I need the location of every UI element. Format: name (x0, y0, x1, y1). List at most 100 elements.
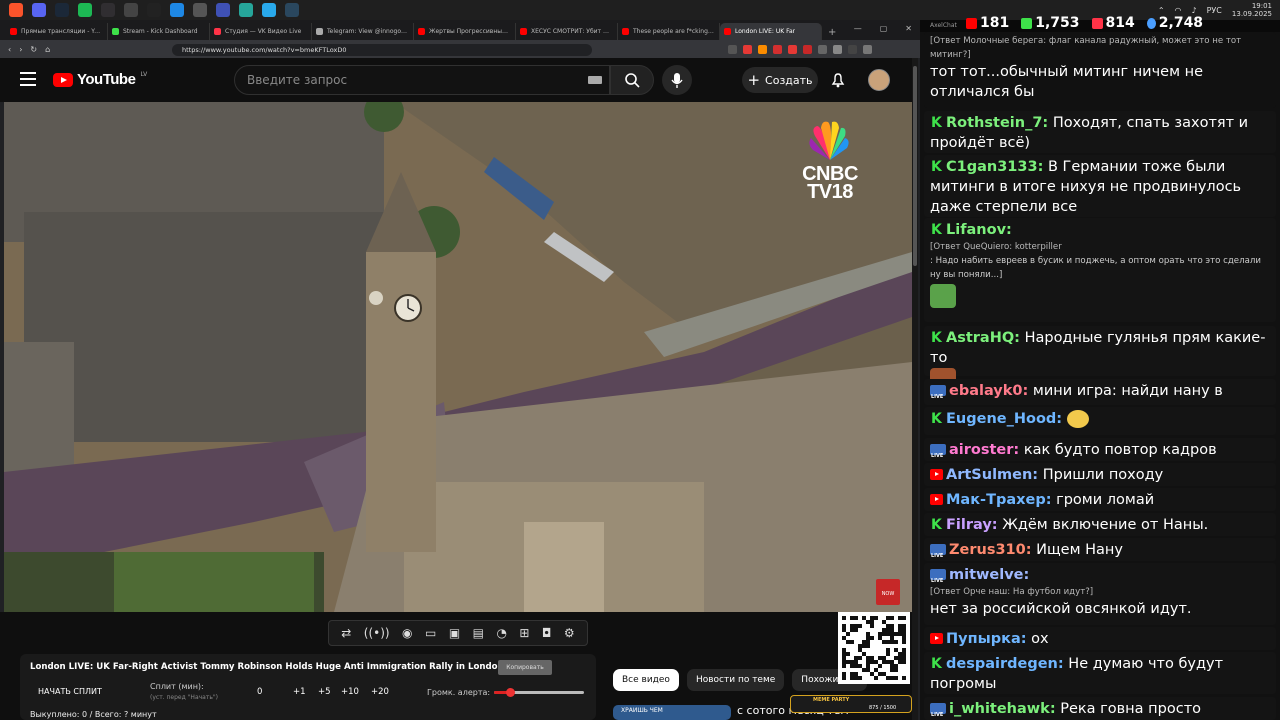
chat-username[interactable]: mitwelve: (949, 567, 1029, 583)
notifications-bell-icon[interactable] (830, 72, 846, 92)
live-icon[interactable]: ((•)) (364, 626, 390, 640)
speed-icon[interactable]: ◔ (496, 626, 506, 640)
browser-tab[interactable]: Stream - Kick Dashboard (108, 23, 210, 40)
home-icon[interactable]: ⌂ (45, 45, 50, 54)
chat-username[interactable]: i_whitehawk: (949, 701, 1056, 717)
steam-blue-icon[interactable] (285, 3, 299, 17)
extension-icon[interactable] (788, 45, 797, 54)
start-split-button[interactable]: НАЧАТЬ СПЛИТ (38, 687, 102, 696)
split-add-10-button[interactable]: +10 (341, 687, 359, 697)
steam-icon[interactable] (55, 3, 69, 17)
chat-message: Lifanov: [Ответ QueQuiero: kotterpiller:… (924, 218, 1276, 322)
extension-icon[interactable] (818, 45, 827, 54)
chat-message: Rothstein_7: Походят, спать захотят и пр… (924, 111, 1276, 153)
wifi-icon[interactable]: ◠ (1175, 6, 1182, 15)
browser-tab[interactable]: London LIVE: UK Far (720, 23, 822, 40)
extension-icon[interactable] (848, 45, 857, 54)
obs-icon[interactable] (101, 3, 115, 17)
keyboard-icon[interactable] (588, 76, 602, 84)
chat-message-text: Ждём включение от Наны. (1002, 517, 1209, 533)
search-input[interactable]: Введите запрос (234, 65, 610, 95)
picture-icon[interactable]: ▣ (449, 626, 460, 640)
new-tab-button[interactable]: + (822, 27, 842, 40)
settings-gear-icon[interactable]: ⚙ (564, 626, 575, 640)
chat-username[interactable]: Eugene_Hood: (946, 411, 1062, 427)
extension-icon[interactable] (833, 45, 842, 54)
brave-browser-icon[interactable] (9, 3, 23, 17)
vk-icon (1091, 17, 1103, 29)
chat-username[interactable]: Filray: (946, 517, 998, 533)
extension-icon[interactable] (743, 45, 752, 54)
extension-icon[interactable] (773, 45, 782, 54)
copy-button[interactable]: Копировать (498, 660, 552, 675)
browser-tab[interactable]: These people are f*cking ev (618, 23, 720, 40)
chat-username[interactable]: despairdegen: (946, 656, 1064, 672)
chat-username[interactable]: Мак-Трахер: (946, 492, 1052, 508)
voice-search-button[interactable] (662, 65, 692, 95)
chat-username[interactable]: Rothstein_7: (946, 115, 1048, 131)
telegram-icon[interactable] (262, 3, 276, 17)
extension-icon[interactable] (728, 45, 737, 54)
language-indicator[interactable]: РУС (1207, 6, 1222, 15)
browser-tab[interactable]: Telegram: View @innogonazi (312, 23, 414, 40)
loop-icon[interactable]: ⇄ (341, 626, 351, 640)
chat-username[interactable]: ebalayk0: (949, 383, 1028, 399)
chat-message-text: Пришли походу (1042, 467, 1164, 483)
app-purple-icon[interactable] (216, 3, 230, 17)
alert-volume-slider[interactable] (494, 688, 584, 697)
app-teal-icon[interactable] (239, 3, 253, 17)
close-icon[interactable]: ✕ (905, 24, 912, 33)
app-icon[interactable] (124, 3, 138, 17)
volume-icon[interactable]: ♪ (1192, 6, 1197, 15)
browser-tab[interactable]: Студия — VK Видео Live (210, 23, 312, 40)
chat-username[interactable]: Lifanov: (946, 222, 1012, 238)
address-bar[interactable]: https://www.youtube.com/watch?v=bmeKFTLo… (172, 44, 592, 56)
back-icon[interactable]: ‹ (8, 45, 11, 54)
chat-username[interactable]: Zerus310: (949, 542, 1032, 558)
chat-username[interactable]: C1gan3133: (946, 159, 1043, 175)
minimize-icon[interactable]: — (854, 24, 862, 33)
chat-username[interactable]: Пупырка: (946, 631, 1027, 647)
extension-icon[interactable] (758, 45, 767, 54)
tab-favicon-icon (724, 28, 731, 35)
tray-chevron-icon[interactable]: ⌃ (1158, 6, 1165, 15)
spotify-icon[interactable] (78, 3, 92, 17)
app-blue-icon[interactable] (170, 3, 184, 17)
filter-chip[interactable]: Новости по теме (686, 669, 785, 691)
create-button[interactable]: + Создать (742, 67, 818, 93)
capcut-icon[interactable] (147, 3, 161, 17)
forward-icon[interactable]: › (19, 45, 22, 54)
filter-chip[interactable]: Все видео (613, 669, 679, 691)
split-add-20-button[interactable]: +20 (371, 687, 389, 697)
split-add-1-button[interactable]: +1 (293, 687, 306, 697)
split-add-5-button[interactable]: +5 (318, 687, 331, 697)
chat-message-text: ох (1031, 631, 1049, 647)
chat-username[interactable]: AstraHQ: (946, 330, 1020, 346)
hamburger-menu-icon[interactable] (20, 72, 36, 86)
clock[interactable]: 19:01 13.09.2025 (1232, 2, 1272, 18)
next-video-thumbnail[interactable]: ХРАИШЬ ЧЕМ (613, 705, 731, 720)
chat-username[interactable]: airoster: (949, 442, 1019, 458)
discord-icon[interactable] (32, 3, 46, 17)
browser-tab[interactable]: Жертвы Прогрессивных А (414, 23, 516, 40)
add-icon[interactable]: ⊞ (519, 626, 529, 640)
user-avatar[interactable] (868, 69, 890, 91)
subtitles-icon[interactable]: ▤ (473, 626, 484, 640)
youtube-logo[interactable]: YouTube LV (53, 71, 147, 88)
tab-favicon-icon (520, 28, 527, 35)
chat-username[interactable]: ArtSulmen: (946, 467, 1038, 483)
video-player[interactable] (4, 102, 912, 612)
browser-tab[interactable]: ХЕСУС СМОТРИТ: Убит дру (516, 23, 618, 40)
menu-icon[interactable] (863, 45, 872, 54)
page-scrollbar-thumb[interactable] (913, 66, 917, 266)
search-button[interactable] (610, 65, 654, 95)
app-gray-icon[interactable] (193, 3, 207, 17)
browser-tab[interactable]: Прямые трансляции - YouTube (6, 23, 108, 40)
clip-icon[interactable]: ▭ (425, 626, 436, 640)
extension-icon[interactable] (803, 45, 812, 54)
eye-icon[interactable]: ◉ (402, 626, 412, 640)
clock-time: 19:01 (1251, 2, 1272, 10)
screenshot-icon[interactable]: ◘ (542, 626, 552, 640)
maximize-icon[interactable]: ▢ (880, 24, 888, 33)
reload-icon[interactable]: ↻ (30, 45, 37, 54)
